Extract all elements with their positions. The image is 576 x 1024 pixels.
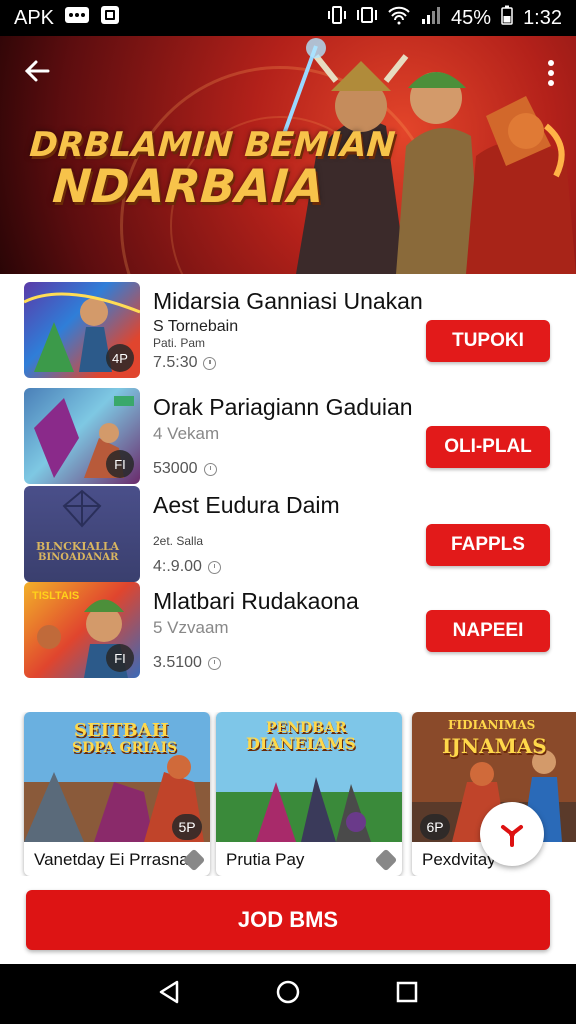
share-fab[interactable] (480, 802, 544, 866)
game-action-button[interactable]: FAPPLS (426, 524, 550, 566)
game-row[interactable]: BLNCKIALLA BINOADANAR Aest Eudura Daim 2… (0, 478, 576, 582)
hero-title-line2: NDARBAIA (50, 158, 326, 213)
thumbnail-badge: FI (106, 450, 134, 478)
game-meta: 2et. Salla (153, 534, 204, 548)
carrier-label: APK (14, 6, 55, 29)
card-caption: Prutia Pay (226, 850, 305, 869)
game-row[interactable]: TISLTAIS FI Mlatbari Rudakaona 5 Vzvaam … (0, 574, 576, 678)
hero-title-line1: DRBLAMIN BEMIAN (28, 125, 397, 165)
chat-icon (64, 5, 90, 31)
card-art-subtitle: IJNAMAS (442, 734, 547, 758)
game-price: 53000 (153, 460, 217, 478)
status-bar: APK 45% 1:32 (0, 0, 576, 36)
clock-icon (203, 462, 217, 476)
game-subtitle: 5 Vzvaam (153, 618, 229, 637)
game-title: Orak Pariagiann Gaduian (153, 394, 413, 420)
thumbnail-text: TISLTAIS (32, 590, 80, 602)
game-price-value: 53000 (153, 460, 198, 477)
game-action-button[interactable]: NAPEEI (426, 610, 550, 652)
back-arrow-icon[interactable] (22, 56, 52, 86)
card-tag-icon (374, 848, 398, 872)
battery-percent: 45% (451, 6, 492, 29)
clock-icon (203, 356, 217, 370)
featured-card[interactable]: SEITBAH SDPA GRIAIS 5P Vanetday Ei Prras… (24, 712, 210, 876)
card-art-title: FIDIANIMAS (448, 718, 536, 732)
game-thumbnail[interactable]: 4P (24, 282, 140, 378)
game-row[interactable]: 4P Midarsia Ganniasi Unakan S Tornebain … (0, 274, 576, 378)
game-title: Midarsia Ganniasi Unakan (153, 288, 423, 314)
game-meta: Pati. Pam (153, 336, 206, 350)
card-caption: Pexdvitay (422, 850, 496, 869)
vibrate-icon (327, 4, 347, 32)
game-row[interactable]: FI Orak Pariagiann Gaduian 4 Vekam 53000… (0, 380, 576, 484)
game-subtitle: S Tornebain (153, 318, 239, 335)
hero-title: DRBLAMIN BEMIAN NDARBAIA (25, 125, 397, 213)
hero-banner: DRBLAMIN BEMIAN NDARBAIA (0, 36, 576, 274)
home-nav-icon[interactable] (275, 979, 301, 1010)
share-icon (501, 825, 523, 847)
recents-nav-icon[interactable] (395, 980, 419, 1009)
thumbnail-badge: FI (106, 644, 134, 672)
more-options-icon[interactable] (546, 58, 556, 88)
clock-time: 1:32 (523, 6, 562, 29)
game-thumbnail-art (62, 489, 102, 528)
game-subtitle: 4 Vekam (153, 424, 220, 443)
thumbnail-badge: 4P (106, 344, 134, 372)
system-nav-bar (0, 964, 576, 1024)
game-price: 7.5:30 (153, 354, 217, 372)
game-title: Mlatbari Rudakaona (153, 588, 359, 614)
wifi-icon (387, 5, 411, 31)
card-art-subtitle: SDPA GRIAIS (72, 740, 178, 756)
card-badge: 6P (420, 814, 450, 840)
game-thumbnail[interactable]: FI (24, 388, 140, 484)
game-thumbnail[interactable]: BLNCKIALLA BINOADANAR (24, 486, 140, 582)
back-nav-icon[interactable] (157, 979, 181, 1010)
card-badge: 5P (172, 814, 202, 840)
app-icon (100, 5, 120, 31)
game-action-button[interactable]: TUPOKI (426, 320, 550, 362)
game-price-value: 3.5100 (153, 654, 202, 671)
card-art-title: SEITBAH (74, 720, 169, 741)
featured-card[interactable]: PENDBAR DIANEIAMS Prutia Pay (216, 712, 402, 876)
game-price-value: 7.5:30 (153, 354, 198, 371)
game-action-button[interactable]: OLI-PLAL (426, 426, 550, 468)
signal-icon (421, 5, 441, 31)
thumbnail-text: BINOADANAR (38, 552, 119, 563)
card-art-subtitle: DIANEIAMS (246, 734, 356, 753)
card-caption: Vanetday Ei Prrasna (34, 850, 189, 869)
clock-icon (207, 656, 221, 670)
game-title: Aest Eudura Daim (153, 492, 340, 518)
rotate-icon (357, 4, 378, 32)
game-thumbnail[interactable]: TISLTAIS FI (24, 582, 140, 678)
clock-icon (207, 560, 221, 574)
battery-icon (501, 5, 513, 31)
primary-action-button[interactable]: JOD BMS (26, 890, 550, 950)
game-price: 3.5100 (153, 654, 221, 672)
